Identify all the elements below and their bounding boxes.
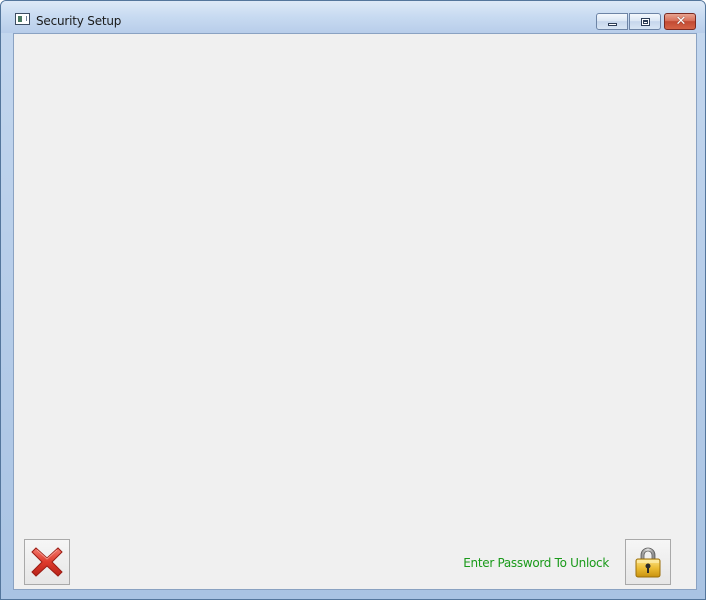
unlock-button[interactable] [625, 539, 671, 585]
security-setup-window: Security Setup ✕ Enter Password To Unloc… [0, 0, 706, 600]
maximize-button[interactable] [629, 13, 661, 30]
red-x-icon [31, 547, 63, 577]
close-button[interactable]: ✕ [664, 13, 696, 30]
maximize-icon [641, 18, 650, 26]
minimize-icon [608, 23, 617, 26]
status-message: Enter Password To Unlock [463, 556, 609, 570]
minimize-button[interactable] [596, 13, 628, 30]
close-icon: ✕ [675, 14, 687, 29]
cancel-button[interactable] [24, 539, 70, 585]
title-bar[interactable]: Security Setup ✕ [1, 1, 705, 33]
padlock-icon [635, 547, 661, 578]
app-window-icon[interactable] [15, 13, 30, 25]
client-area: Enter Password To Unlock [13, 33, 697, 590]
window-title: Security Setup [36, 14, 122, 28]
